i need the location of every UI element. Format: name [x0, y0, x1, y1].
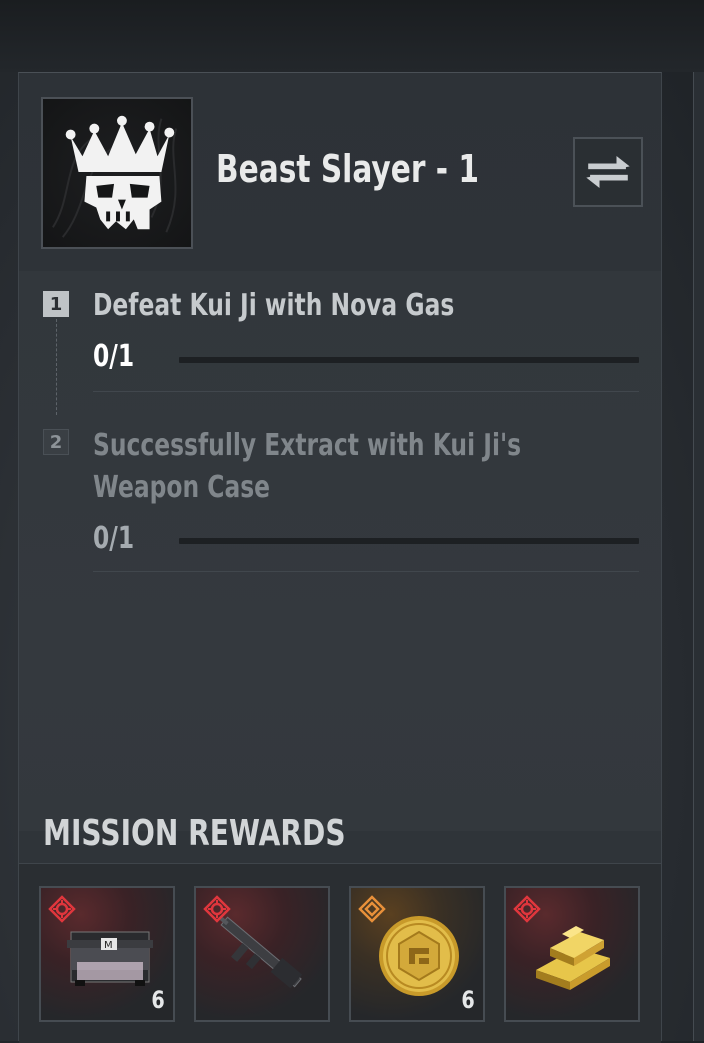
rarity-red-icon [513, 895, 541, 923]
objective-progress-count: 0/1 [93, 521, 135, 556]
objective-text: Weapon Case [93, 470, 271, 505]
swap-mission-button[interactable] [573, 137, 643, 207]
swap-arrows-icon [586, 155, 630, 189]
objective-progress-bar [179, 357, 639, 363]
objective-text: Defeat Kui Ji with Nova Gas [93, 288, 455, 323]
rewards-row: M 6 6 [19, 863, 661, 1043]
rarity-red-icon [203, 895, 231, 923]
objective-divider [93, 391, 639, 392]
reward-weapon-case[interactable]: M 6 [39, 886, 175, 1022]
objective-text: Successfully Extract with Kui Ji's [93, 428, 522, 463]
svg-text:M: M [104, 940, 113, 951]
objective-divider [93, 571, 639, 572]
mission-header: Beast Slayer - 1 [19, 73, 661, 271]
reward-quantity: 6 [151, 986, 165, 1014]
reward-quantity: 6 [461, 986, 475, 1014]
rarity-orange-icon [358, 895, 386, 923]
reward-gold-bars[interactable] [504, 886, 640, 1022]
adjacent-panel-edge [693, 72, 704, 1041]
crowned-skull-icon [52, 115, 178, 238]
objective-number: 2 [43, 429, 69, 455]
reward-rifle[interactable] [194, 886, 330, 1022]
objective-progress-count: 0/1 [93, 339, 135, 374]
mission-title: Beast Slayer - 1 [216, 147, 480, 191]
objective-number: 1 [43, 291, 69, 317]
objective-connector [56, 319, 57, 415]
crowned-skull-emblem [41, 97, 193, 249]
rewards-heading: MISSION REWARDS [43, 813, 346, 854]
objective-progress-bar [179, 538, 639, 544]
rarity-red-icon [48, 895, 76, 923]
reward-gold-coin[interactable]: 6 [349, 886, 485, 1022]
top-backdrop [0, 0, 704, 72]
mission-panel: Beast Slayer - 1 1 Defeat Kui Ji with No… [18, 72, 662, 1043]
